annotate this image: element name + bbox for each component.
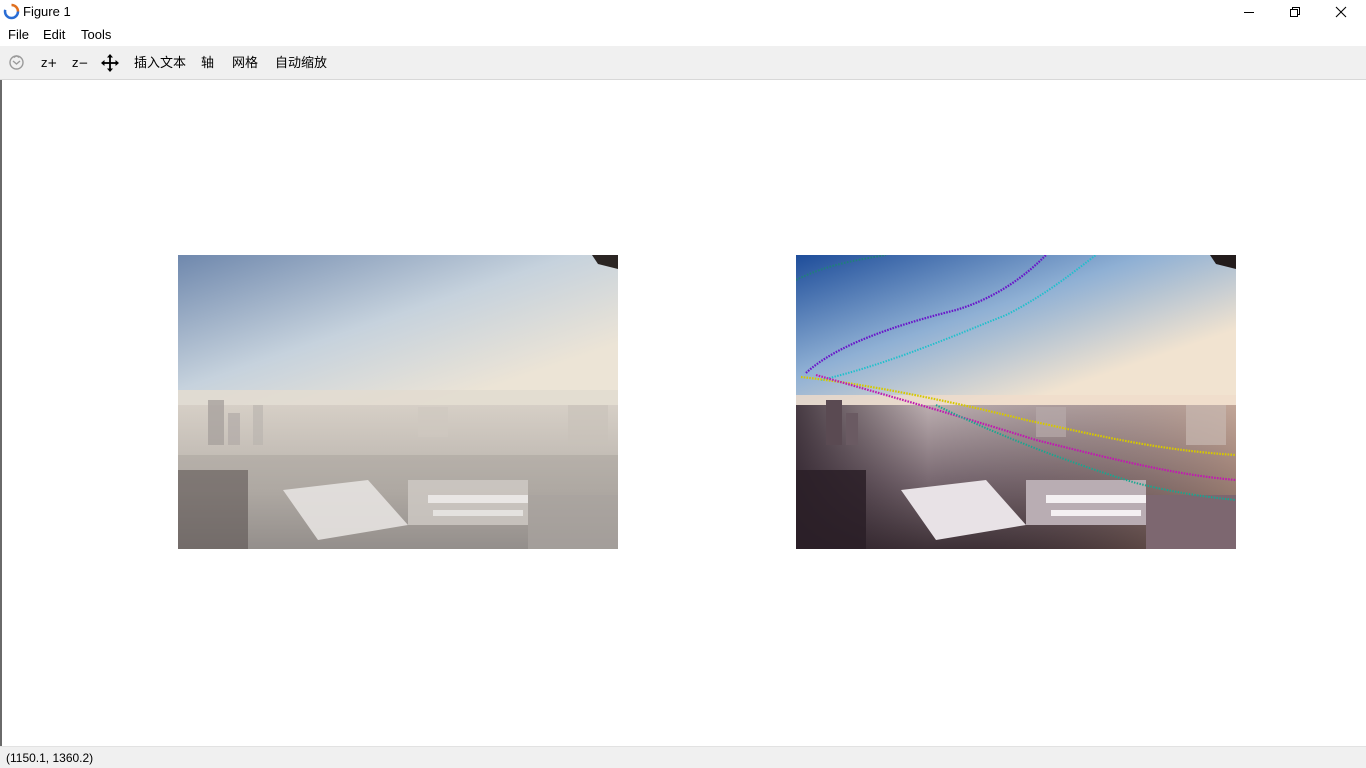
minimize-button[interactable]	[1226, 0, 1272, 24]
menu-tools[interactable]: Tools	[81, 27, 111, 42]
cursor-coordinates: (1150.1, 1360.2)	[6, 751, 94, 765]
pan-move-icon[interactable]	[101, 54, 119, 72]
dehazed-image-with-feature-tracks[interactable]	[796, 255, 1236, 549]
zoom-in-button[interactable]: z+	[41, 55, 57, 71]
menu-edit[interactable]: Edit	[43, 27, 65, 42]
status-bar: (1150.1, 1360.2)	[0, 746, 1366, 768]
zoom-out-button[interactable]: z−	[72, 55, 88, 71]
grid-button[interactable]: 网格	[232, 55, 258, 71]
autoscale-button[interactable]: 自动缩放	[275, 55, 327, 71]
restore-button[interactable]	[1272, 0, 1318, 24]
toolbar: z+ z− 插入文本 轴 网格 自动缩放	[0, 46, 1366, 80]
menu-file[interactable]: File	[8, 27, 29, 42]
minimize-icon	[1244, 12, 1254, 13]
insert-text-button[interactable]: 插入文本	[134, 55, 186, 71]
close-button[interactable]	[1318, 0, 1364, 24]
axis-button[interactable]: 轴	[201, 55, 214, 71]
close-icon	[1335, 6, 1347, 18]
figure-app-icon	[3, 3, 20, 20]
rotate-icon[interactable]	[8, 54, 25, 71]
menu-bar: File Edit Tools	[0, 24, 1366, 45]
original-hazy-image[interactable]	[178, 255, 618, 549]
title-bar: Figure 1	[0, 0, 1366, 24]
restore-icon	[1290, 7, 1300, 17]
window-title: Figure 1	[23, 4, 71, 19]
